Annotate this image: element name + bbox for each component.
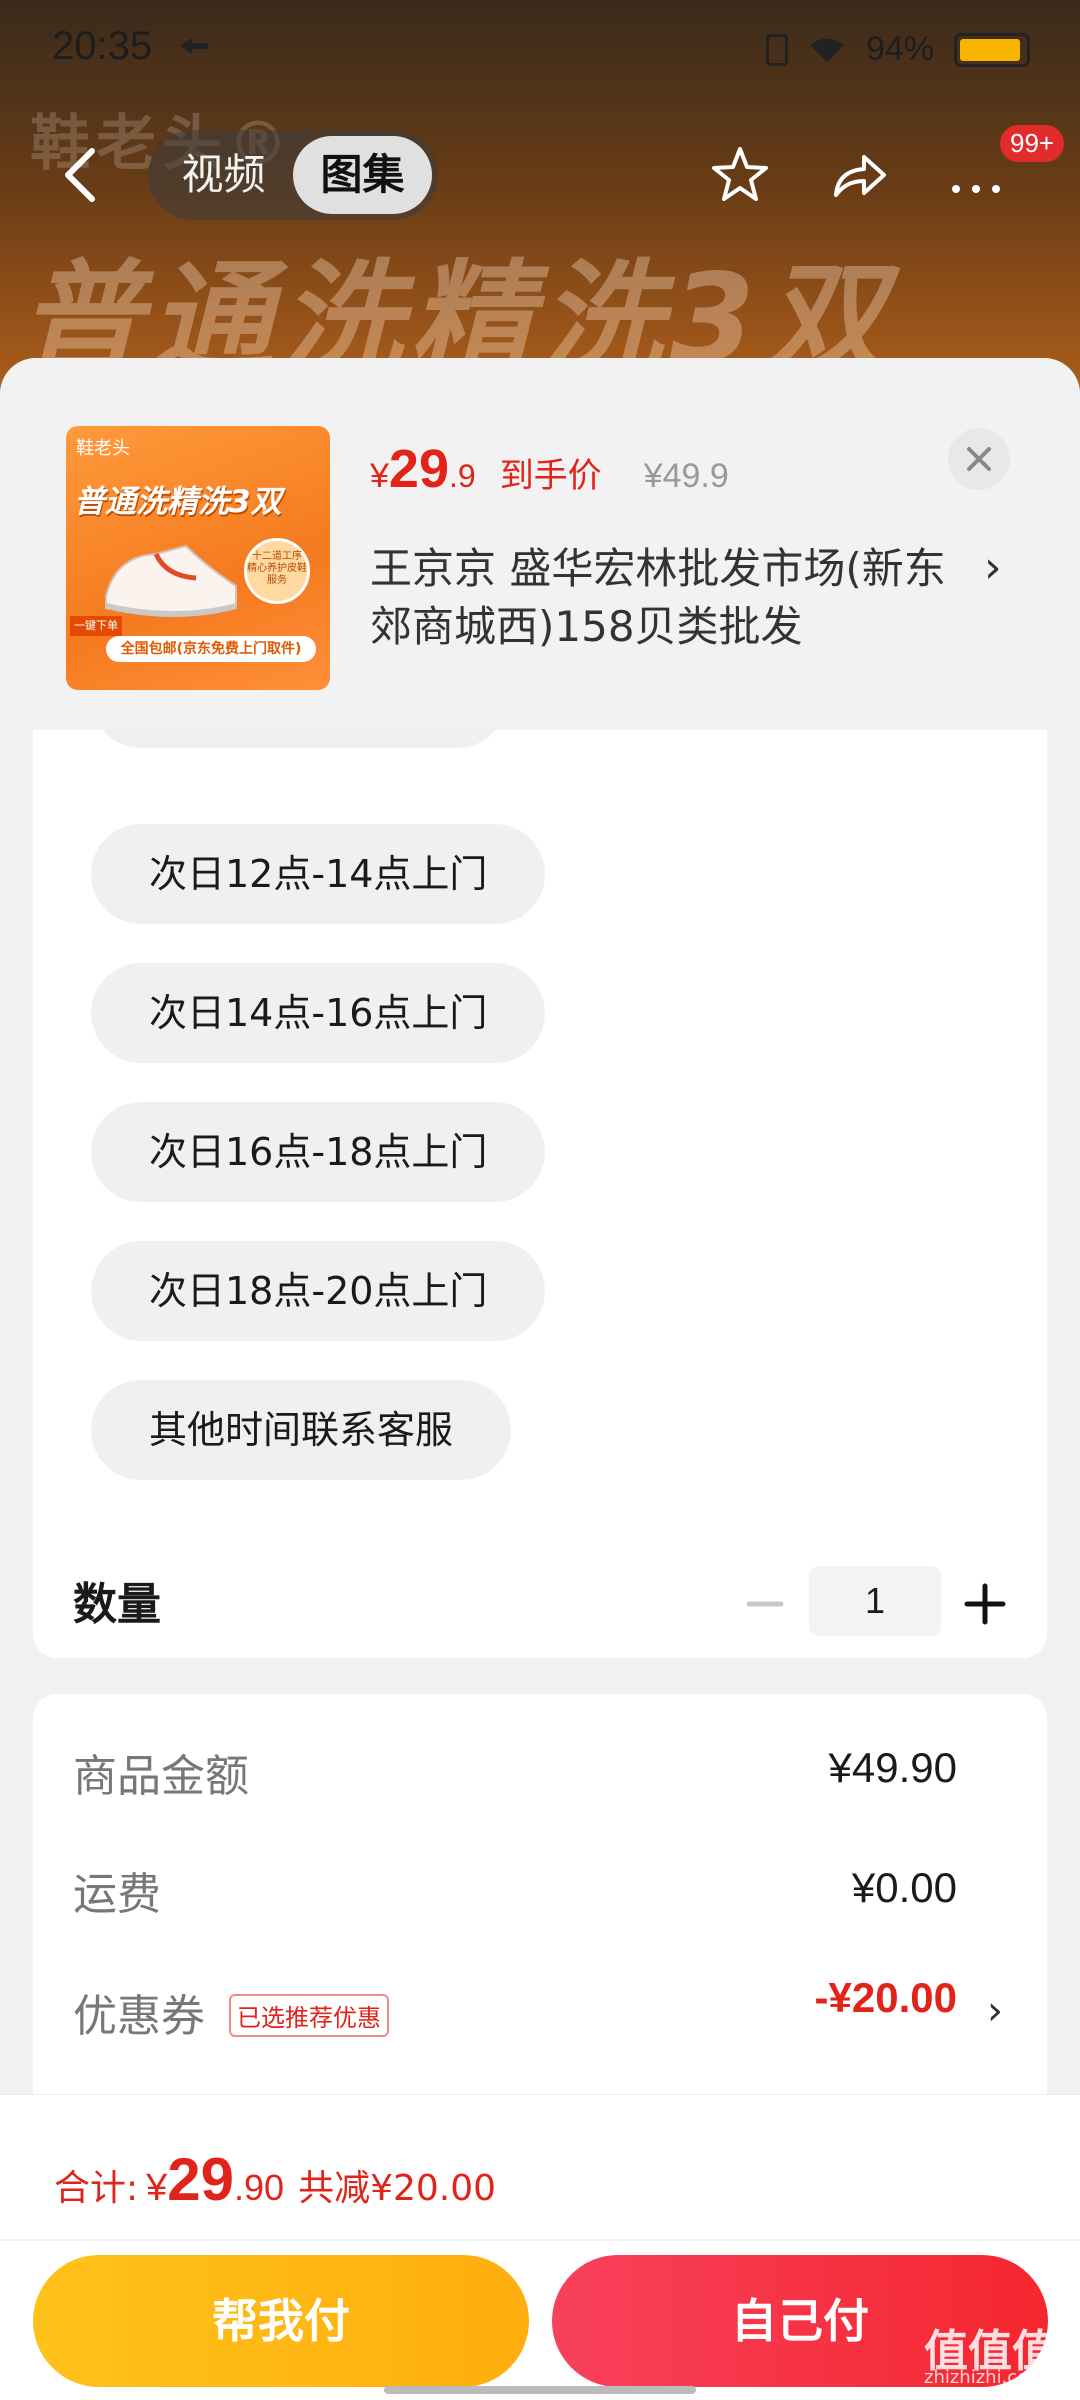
shipping-label: 运费 bbox=[73, 1869, 161, 1920]
thumbnail-brand: 鞋老头 bbox=[76, 438, 130, 459]
contact-service-option[interactable]: 其他时间联系客服 bbox=[91, 1380, 512, 1480]
total-label: 合计: bbox=[54, 2168, 139, 2209]
thumbnail-shipping-text: 全国包邮(京东免费上门取件) bbox=[106, 636, 316, 662]
sim-icon bbox=[765, 33, 788, 66]
product-header: 鞋老头 普通洗精洗3双 十二道工序 精心养护皮鞋 服务 一键下单 全国包邮(京东… bbox=[0, 358, 1080, 730]
original-price: ¥49.9 bbox=[643, 457, 729, 495]
total-discount: 共减¥20.00 bbox=[298, 2168, 497, 2209]
price-row: ¥ 29 .9 到手价 ¥49.9 bbox=[370, 438, 729, 500]
home-indicator[interactable] bbox=[384, 2386, 696, 2394]
wifi-icon bbox=[809, 38, 844, 62]
status-indicators: 94% bbox=[765, 30, 1030, 69]
shipping-value: ¥0.00 bbox=[851, 1864, 957, 1911]
chevron-right-icon[interactable]: › bbox=[987, 1988, 1003, 2034]
sneaker-icon bbox=[105, 544, 237, 617]
top-nav: 视频 图集 99+ bbox=[0, 125, 1080, 225]
goods-amount-value: ¥49.90 bbox=[828, 1744, 957, 1791]
time-slot-option[interactable]: 次日18点-20点上门 bbox=[91, 1241, 546, 1341]
total-row: 合计: ¥ 29 .90 共减¥20.00 bbox=[54, 2145, 496, 2214]
share-icon[interactable] bbox=[826, 143, 890, 207]
status-bar: 20:35 94% bbox=[0, 0, 1080, 100]
close-icon bbox=[967, 447, 991, 471]
checkout-bar: 合计: ¥ 29 .90 共减¥20.00 帮我付 自己付 值值值 zhizhi… bbox=[0, 2094, 1080, 2400]
total-integer: 29 bbox=[167, 2146, 235, 2213]
goods-amount-label: 商品金额 bbox=[73, 1751, 249, 1802]
options-card: 次日10-12点上门 次日12点-14点上门 次日14点-16点上门 次日16点… bbox=[33, 678, 1047, 1658]
service-seal: 十二道工序 精心养护皮鞋 服务 bbox=[244, 538, 310, 604]
more-icon[interactable] bbox=[944, 143, 1008, 207]
time-slot-option[interactable]: 次日16点-18点上门 bbox=[91, 1102, 546, 1202]
time-slot-option[interactable]: 次日14点-16点上门 bbox=[91, 963, 546, 1063]
status-time: 20:35 bbox=[52, 24, 153, 68]
back-icon[interactable] bbox=[56, 145, 106, 205]
total-decimal: .90 bbox=[234, 2167, 285, 2208]
battery-percent: 94% bbox=[865, 30, 934, 68]
thumbnail-corner-tag: 一键下单 bbox=[70, 616, 122, 636]
product-thumbnail: 鞋老头 普通洗精洗3双 十二道工序 精心养护皮鞋 服务 一键下单 全国包邮(京东… bbox=[66, 426, 330, 690]
battery-level bbox=[960, 38, 1021, 61]
data-transfer-icon bbox=[180, 38, 208, 54]
battery-icon bbox=[954, 32, 1030, 67]
close-button[interactable] bbox=[948, 428, 1010, 490]
plus-icon[interactable] bbox=[963, 1582, 1007, 1626]
price-decimal: .9 bbox=[449, 458, 476, 494]
thumbnail-title: 普通洗精洗3双 bbox=[74, 484, 282, 520]
final-price-tag: 到手价 bbox=[499, 456, 602, 496]
tab-video[interactable]: 视频 bbox=[154, 136, 293, 214]
coupon-label[interactable]: 优惠券 bbox=[73, 1980, 205, 2044]
price-summary-card: 商品金额 ¥49.90 运费 ¥0.00 优惠券 已选推荐优惠 -¥20.00 … bbox=[33, 1694, 1047, 2114]
quantity-label: 数量 bbox=[73, 1579, 161, 1630]
selected-spec[interactable]: 王京京 盛华宏林批发市场(新东郊商城西)158贝类批发 bbox=[370, 540, 970, 656]
price-integer: 29 bbox=[388, 439, 449, 499]
total-currency: ¥ bbox=[146, 2167, 168, 2209]
coupon-value[interactable]: -¥20.00 bbox=[815, 1974, 957, 2022]
minus-icon[interactable] bbox=[745, 1584, 785, 1624]
help-pay-button[interactable]: 帮我付 bbox=[33, 2255, 529, 2387]
notification-badge: 99+ bbox=[1000, 125, 1065, 162]
price-currency: ¥ bbox=[370, 457, 389, 495]
tab-gallery[interactable]: 图集 bbox=[293, 136, 432, 214]
time-slot-option[interactable]: 次日12点-14点上门 bbox=[91, 824, 546, 924]
seal-text: 十二道工序 精心养护皮鞋 服务 bbox=[247, 551, 307, 586]
star-icon[interactable] bbox=[708, 143, 772, 207]
media-tab-switch: 视频 图集 bbox=[148, 130, 438, 220]
chevron-right-icon[interactable]: › bbox=[984, 542, 1002, 593]
divider bbox=[0, 2239, 1080, 2241]
coupon-selected-tag: 已选推荐优惠 bbox=[229, 1994, 389, 2037]
site-watermark-url: zhizhizhi.com bbox=[924, 2367, 1046, 2388]
quantity-input[interactable]: 1 bbox=[809, 1566, 941, 1636]
